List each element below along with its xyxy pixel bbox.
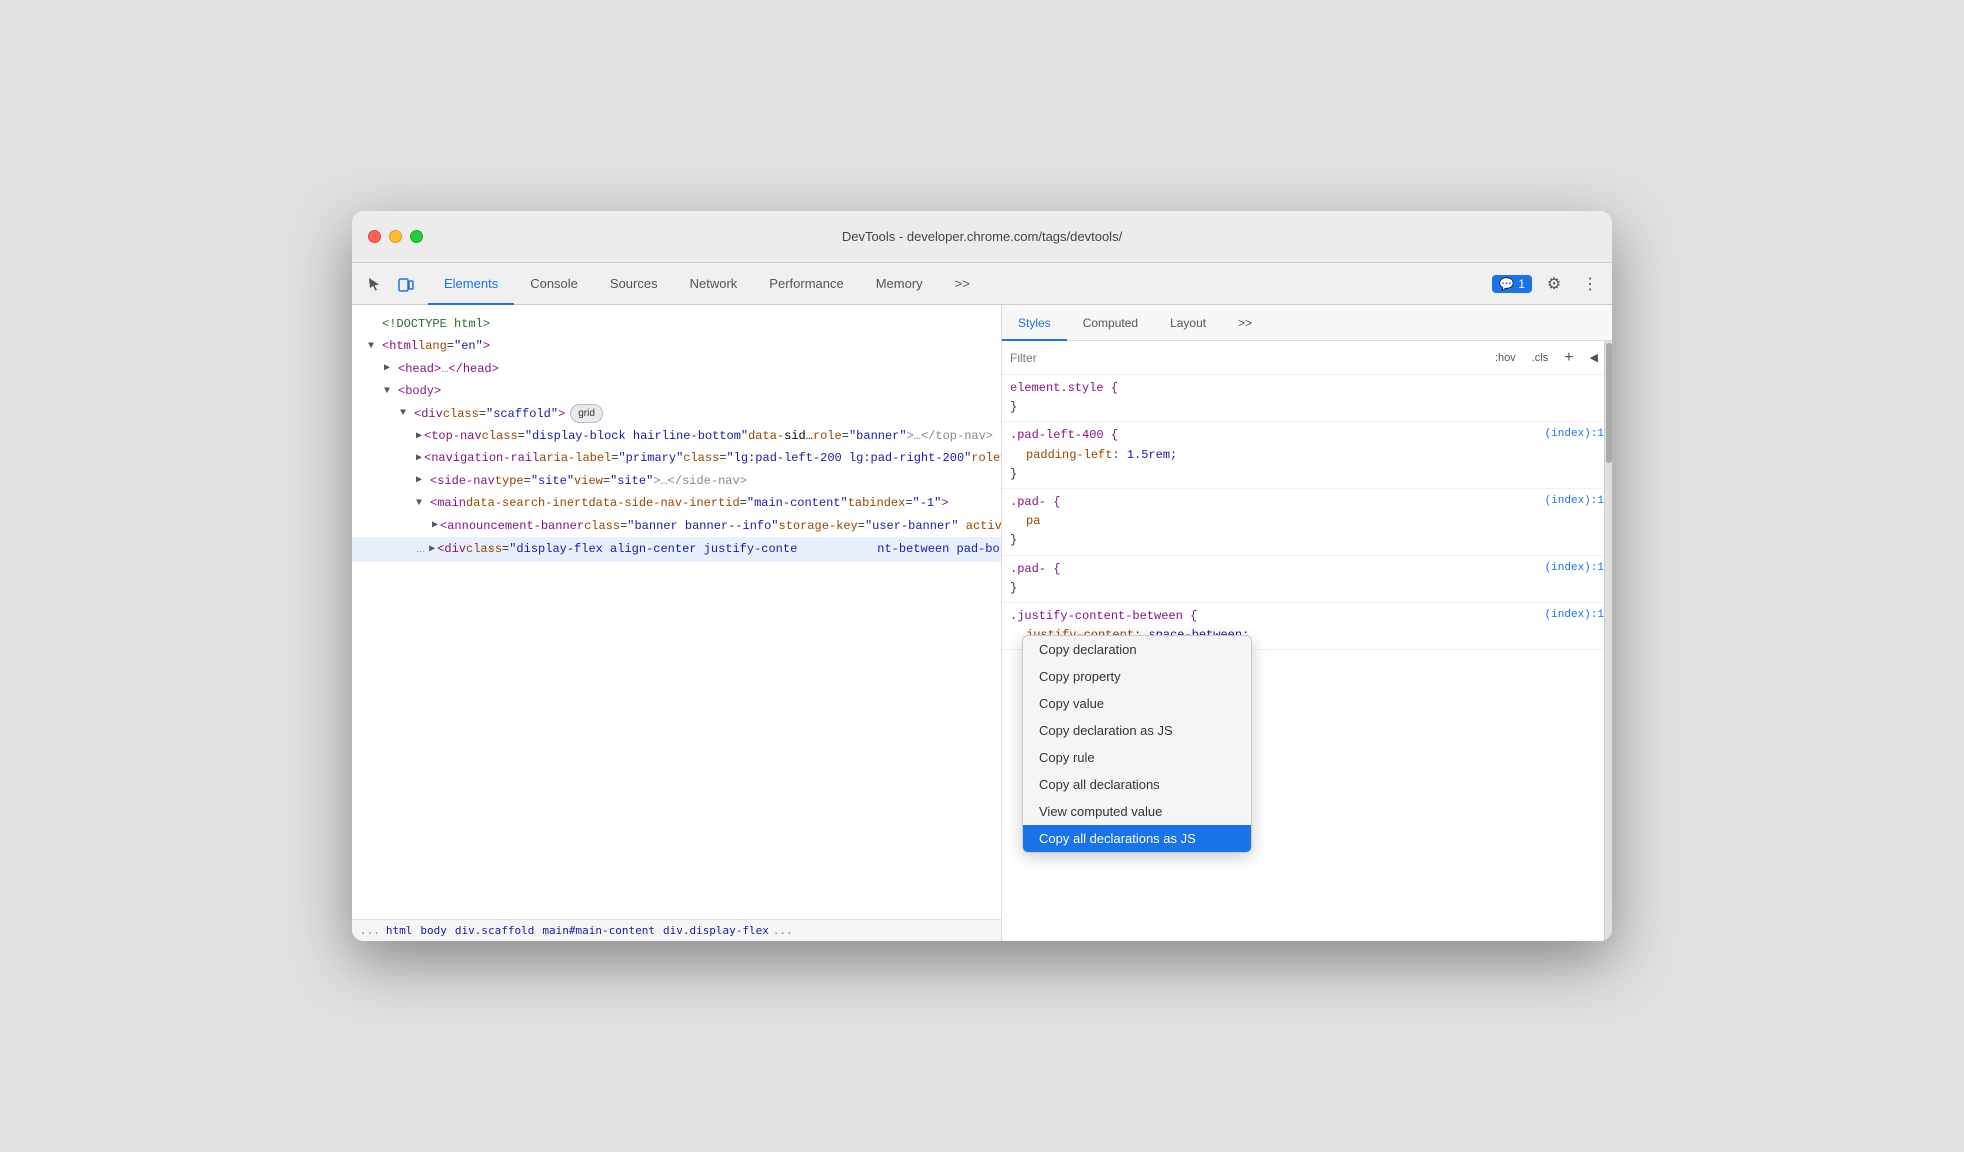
dom-line: ▶ <head>…</head> [352, 358, 1001, 380]
breadcrumb-body[interactable]: body [420, 924, 447, 937]
tab-sources[interactable]: Sources [594, 264, 674, 305]
dom-line-selected[interactable]: ... ▶ <div class="display-flex align-cen… [352, 537, 1001, 562]
styles-toolbar-btns: :hov .cls + ◀ [1489, 347, 1604, 369]
tab-more[interactable]: >> [939, 264, 986, 305]
three-dots-left: ... [416, 540, 425, 559]
expand-topnav[interactable]: ▶ [416, 428, 422, 445]
expand-scaffold[interactable]: ▼ [400, 405, 412, 422]
style-rule-pad2: (index):1 .pad- { } [1002, 556, 1612, 603]
window-title: DevTools - developer.chrome.com/tags/dev… [842, 229, 1122, 244]
settings-icon[interactable]: ⚙ [1540, 270, 1568, 298]
scrollbar-thumb[interactable] [1606, 343, 1612, 463]
breadcrumb-more-right[interactable]: ... [773, 924, 793, 937]
breadcrumb-scaffold[interactable]: div.scaffold [455, 924, 534, 937]
dom-line: ▶ <top-nav class="display-block hairline… [352, 425, 1001, 447]
devtools-tabs: Elements Console Sources Network Perform… [428, 263, 1492, 304]
triangle-placeholder [368, 316, 380, 333]
tab-computed[interactable]: Computed [1067, 306, 1154, 341]
hov-button[interactable]: :hov [1489, 350, 1522, 366]
expand-divflex[interactable]: ▶ [429, 541, 435, 558]
expand-banner[interactable]: ▶ [432, 517, 438, 534]
context-menu-copy-declaration-js[interactable]: Copy declaration as JS [1023, 717, 1251, 744]
styles-filter-bar: :hov .cls + ◀ [1002, 341, 1612, 375]
dom-line: ▼ <main data-search-inert data-side-nav-… [352, 492, 1001, 514]
expand-head[interactable]: ▶ [384, 360, 396, 377]
cls-button[interactable]: .cls [1526, 350, 1555, 366]
styles-panel: Styles Computed Layout >> :hov .cls + [1002, 305, 1612, 941]
context-menu-copy-all-declarations-js[interactable]: Copy all declarations as JS [1023, 825, 1251, 852]
tab-memory[interactable]: Memory [860, 264, 939, 305]
style-rule-padleft400: (index):1 .pad-left-400 { padding-left: … [1002, 422, 1612, 489]
dom-line: ▶ <navigation-rail aria-label="primary" … [352, 447, 1001, 469]
rule-source-pad2[interactable]: (index):1 [1545, 560, 1604, 578]
cursor-icon[interactable] [360, 270, 388, 298]
tab-network[interactable]: Network [674, 264, 754, 305]
grid-badge: grid [570, 404, 603, 423]
breadcrumb-divflex[interactable]: div.display-flex [663, 924, 769, 937]
toggle-sidebar-icon[interactable]: ◀ [1584, 349, 1604, 366]
tab-more-styles[interactable]: >> [1222, 306, 1268, 341]
dom-line: ▶ <side-nav type="site" view="site">…</s… [352, 470, 1001, 492]
devtools-main: <!DOCTYPE html> ▼ <html lang="en"> ▶ <he… [352, 305, 1612, 941]
tab-styles[interactable]: Styles [1002, 306, 1067, 341]
close-button[interactable] [368, 230, 381, 243]
rule-source-justify[interactable]: (index):1 [1545, 607, 1604, 625]
device-toggle-icon[interactable] [392, 270, 420, 298]
breadcrumb-html[interactable]: html [386, 924, 413, 937]
context-menu-copy-declaration[interactable]: Copy declaration [1023, 636, 1251, 663]
expand-sidenav[interactable]: ▶ [416, 472, 428, 489]
style-rule-element: element.style { } [1002, 375, 1612, 422]
devtools-window: DevTools - developer.chrome.com/tags/dev… [352, 211, 1612, 941]
dom-line: ▶ <announcement-banner class="banner ban… [352, 515, 1001, 537]
add-style-button[interactable]: + [1558, 347, 1579, 369]
maximize-button[interactable] [410, 230, 423, 243]
scrollbar-track[interactable] [1604, 341, 1612, 941]
tab-performance[interactable]: Performance [753, 264, 859, 305]
expand-main[interactable]: ▼ [416, 495, 428, 512]
more-options-icon[interactable]: ⋮ [1576, 270, 1604, 298]
breadcrumb-main[interactable]: main#main-content [542, 924, 655, 937]
rule-source-padleft400[interactable]: (index):1 [1545, 426, 1604, 444]
dom-line: ▼ <html lang="en"> [352, 335, 1001, 357]
devtools-toolbar: Elements Console Sources Network Perform… [352, 263, 1612, 305]
context-menu-copy-property[interactable]: Copy property [1023, 663, 1251, 690]
title-bar: DevTools - developer.chrome.com/tags/dev… [352, 211, 1612, 263]
tab-console[interactable]: Console [514, 264, 594, 305]
dom-panel: <!DOCTYPE html> ▼ <html lang="en"> ▶ <he… [352, 305, 1002, 941]
dom-content[interactable]: <!DOCTYPE html> ▼ <html lang="en"> ▶ <he… [352, 305, 1001, 919]
toolbar-right: 💬 1 ⚙ ⋮ [1492, 270, 1604, 298]
context-menu-copy-rule[interactable]: Copy rule [1023, 744, 1251, 771]
style-rule-pad1: (index):1 .pad- { pa } [1002, 489, 1612, 556]
tab-elements[interactable]: Elements [428, 264, 514, 305]
rule-source-pad1[interactable]: (index):1 [1545, 493, 1604, 511]
notification-badge[interactable]: 💬 1 [1492, 275, 1532, 293]
dom-line: ▼ <div class="scaffold"> grid [352, 403, 1001, 425]
minimize-button[interactable] [389, 230, 402, 243]
dom-line: <!DOCTYPE html> [352, 313, 1001, 335]
styles-tabs: Styles Computed Layout >> [1002, 305, 1612, 341]
expand-navrail[interactable]: ▶ [416, 450, 422, 467]
context-menu-view-computed-value[interactable]: View computed value [1023, 798, 1251, 825]
breadcrumb-more-left[interactable]: ... [360, 924, 380, 937]
traffic-lights [368, 230, 423, 243]
toolbar-icons [360, 270, 420, 298]
expand-body[interactable]: ▼ [384, 383, 396, 400]
context-menu-copy-all-declarations[interactable]: Copy all declarations [1023, 771, 1251, 798]
context-menu-copy-value[interactable]: Copy value [1023, 690, 1251, 717]
filter-input[interactable] [1010, 351, 1481, 365]
context-menu: Copy declaration Copy property Copy valu… [1022, 635, 1252, 853]
tab-layout[interactable]: Layout [1154, 306, 1222, 341]
dom-line: ▼ <body> [352, 380, 1001, 402]
expand-html[interactable]: ▼ [368, 338, 380, 355]
dom-breadcrumb: ... html body div.scaffold main#main-con… [352, 919, 1001, 941]
